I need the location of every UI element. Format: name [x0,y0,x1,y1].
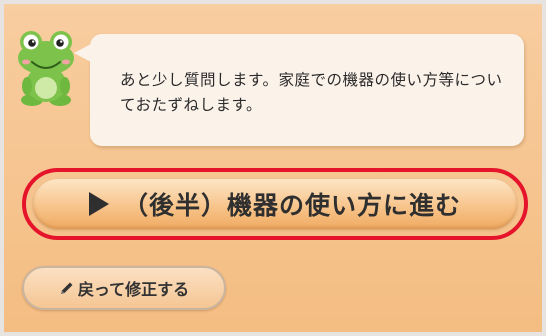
chat-message: あと少し質問します。家庭での機器の使い方等についておたずねします。 [120,71,503,114]
frog-icon [14,24,78,110]
proceed-second-half-button[interactable]: （後半）機器の使い方に進む [33,179,517,229]
play-icon [88,192,109,216]
speech-bubble: あと少し質問します。家庭での機器の使い方等についておたずねします。 [74,34,524,146]
screen: あと少し質問します。家庭での機器の使い方等についておたずねします。 （後半）機器… [0,0,546,336]
back-button-label: 戻って修正する [77,280,190,299]
speech-bubble-tail [74,44,91,62]
highlight-outline: （後半）機器の使い方に進む [22,168,528,240]
proceed-button-label: （後半）機器の使い方に進む [122,191,461,220]
back-to-edit-button[interactable]: 戻って修正する [22,266,226,310]
pencil-icon [59,280,75,296]
